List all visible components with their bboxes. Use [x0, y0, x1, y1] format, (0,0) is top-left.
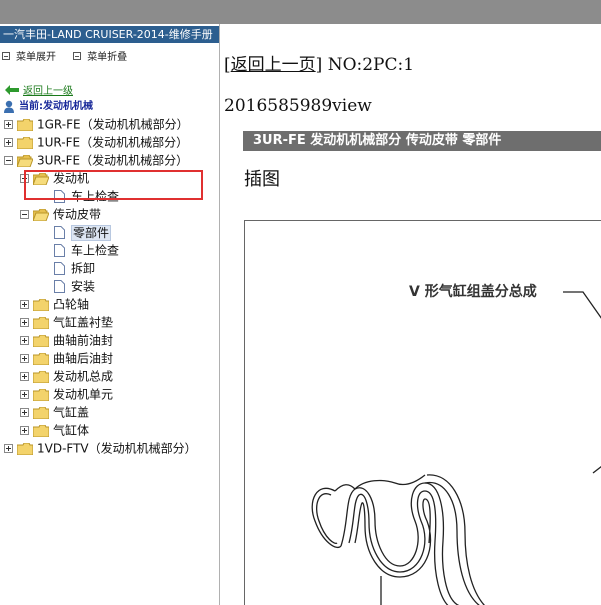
tree-node-label[interactable]: 气缸体	[53, 424, 89, 438]
tree-node-label[interactable]: 曲轴后油封	[53, 352, 113, 366]
document-icon	[54, 262, 65, 275]
document-icon	[54, 226, 65, 239]
tree-leaf-label[interactable]: 安装	[71, 280, 95, 294]
section-title: 插图	[244, 169, 280, 190]
tree-node-drive-belt[interactable]: 传动皮带	[20, 205, 101, 223]
folder-icon	[33, 370, 49, 383]
expand-icon[interactable]	[20, 426, 29, 435]
tree-node-cylinder-block[interactable]: 气缸体	[20, 421, 89, 439]
tree-node-camshaft[interactable]: 凸轮轴	[20, 295, 89, 313]
tree-node-engine-assembly[interactable]: 发动机总成	[20, 367, 113, 385]
tree-node-label[interactable]: 3UR-FE（发动机机械部分）	[37, 154, 188, 168]
tree-node-label[interactable]: 发动机单元	[53, 388, 113, 402]
nav-bracket-close: ]	[315, 55, 323, 75]
expand-all-icon[interactable]	[2, 51, 10, 60]
document-icon	[54, 244, 65, 257]
tree-leaf-installation[interactable]: 安装	[54, 277, 95, 295]
current-location-label: 当前:发动机机械	[19, 101, 93, 112]
folder-icon	[17, 442, 33, 455]
tree-node-label[interactable]: 1UR-FE（发动机机械部分）	[37, 136, 188, 150]
section-header: 3UR-FE 发动机机械部分 传动皮带 零部件	[243, 131, 601, 151]
folder-icon	[33, 316, 49, 329]
navigation-tree-pane: 一汽丰田-LAND CRUISER-2014-维修手册 菜单展开 菜单折叠 返回…	[0, 24, 220, 605]
tree-node-1vd-ftv[interactable]: 1VD-FTV（发动机机械部分）	[4, 439, 197, 457]
tree-leaf-label[interactable]: 拆卸	[71, 262, 95, 276]
folder-icon	[33, 352, 49, 365]
page-nav-line: [返回上一页] NO:2PC:1	[224, 50, 414, 75]
tree-node-engine-unit[interactable]: 发动机单元	[20, 385, 113, 403]
tree-leaf-label-selected[interactable]: 零部件	[71, 224, 112, 241]
back-up-level-link[interactable]: 返回上一级	[23, 86, 73, 97]
tree-leaf-label[interactable]: 车上检查	[71, 244, 119, 258]
annotation-highlight-box	[24, 170, 203, 200]
tree-node-1gr-fe[interactable]: 1GR-FE（发动机机械部分）	[4, 115, 189, 133]
top-bar	[0, 0, 601, 24]
expand-icon[interactable]	[20, 372, 29, 381]
expand-icon[interactable]	[4, 444, 13, 453]
expand-icon[interactable]	[20, 408, 29, 417]
tree-node-label[interactable]: 传动皮带	[53, 208, 101, 222]
folder-icon	[33, 388, 49, 401]
nav-bracket-open: [	[224, 55, 231, 75]
content-pane: [返回上一页] NO:2PC:1 2016585989view 3UR-FE 发…	[221, 24, 601, 605]
expand-icon[interactable]	[20, 300, 29, 309]
menu-bar: 菜单展开 菜单折叠	[2, 48, 137, 63]
current-location: 当前:发动机机械	[3, 97, 93, 113]
back-up-level[interactable]: 返回上一级	[5, 82, 73, 97]
tree-leaf-on-vehicle-inspection[interactable]: 车上检查	[54, 241, 119, 259]
expand-all-button[interactable]: 菜单展开	[16, 48, 56, 63]
tree-node-cylinder-head-gasket[interactable]: 气缸盖衬垫	[20, 313, 113, 331]
expand-icon[interactable]	[4, 138, 13, 147]
collapse-all-icon[interactable]	[73, 51, 82, 60]
open-folder-icon	[33, 208, 49, 221]
expand-icon[interactable]	[20, 336, 29, 345]
open-folder-icon	[17, 154, 33, 167]
tree-node-rear-crank-seal[interactable]: 曲轴后油封	[20, 349, 113, 367]
folder-icon	[17, 136, 33, 149]
folder-icon	[33, 406, 49, 419]
expand-icon[interactable]	[20, 354, 29, 363]
folder-icon	[17, 118, 33, 131]
tree-node-label[interactable]: 气缸盖	[53, 406, 89, 420]
illustration-figure: V 形气缸组盖分总成	[244, 220, 601, 605]
drive-belt-illustration	[311, 291, 601, 605]
collapse-icon[interactable]	[4, 156, 13, 165]
folder-icon	[33, 298, 49, 311]
manual-title: 一汽丰田-LAND CRUISER-2014-维修手册	[0, 26, 219, 43]
back-arrow-icon	[5, 84, 19, 95]
back-page-link[interactable]: 返回上一页	[231, 55, 316, 75]
document-icon	[54, 280, 65, 293]
expand-icon[interactable]	[20, 390, 29, 399]
collapse-all-button[interactable]: 菜单折叠	[87, 48, 127, 63]
tree-node-label[interactable]: 1VD-FTV（发动机机械部分）	[37, 442, 197, 456]
folder-icon	[33, 424, 49, 437]
user-icon	[4, 100, 14, 113]
tree-node-1ur-fe[interactable]: 1UR-FE（发动机机械部分）	[4, 133, 188, 151]
expand-icon[interactable]	[4, 120, 13, 129]
tree-node-label[interactable]: 凸轮轴	[53, 298, 89, 312]
document-id: NO:2PC:1	[327, 55, 415, 75]
tree-node-front-crank-seal[interactable]: 曲轴前油封	[20, 331, 113, 349]
tree-node-3ur-fe[interactable]: 3UR-FE（发动机机械部分）	[4, 151, 188, 169]
collapse-icon[interactable]	[20, 210, 29, 219]
tree-node-label[interactable]: 曲轴前油封	[53, 334, 113, 348]
folder-icon	[33, 334, 49, 347]
tree-node-label[interactable]: 1GR-FE（发动机机械部分）	[37, 118, 189, 132]
tree-node-label[interactable]: 气缸盖衬垫	[53, 316, 113, 330]
tree-node-label[interactable]: 发动机总成	[53, 370, 113, 384]
tree-node-cylinder-head[interactable]: 气缸盖	[20, 403, 89, 421]
tree-leaf-removal[interactable]: 拆卸	[54, 259, 95, 277]
expand-icon[interactable]	[20, 318, 29, 327]
view-count: 2016585989view	[224, 96, 372, 116]
tree-leaf-components[interactable]: 零部件	[54, 223, 112, 241]
